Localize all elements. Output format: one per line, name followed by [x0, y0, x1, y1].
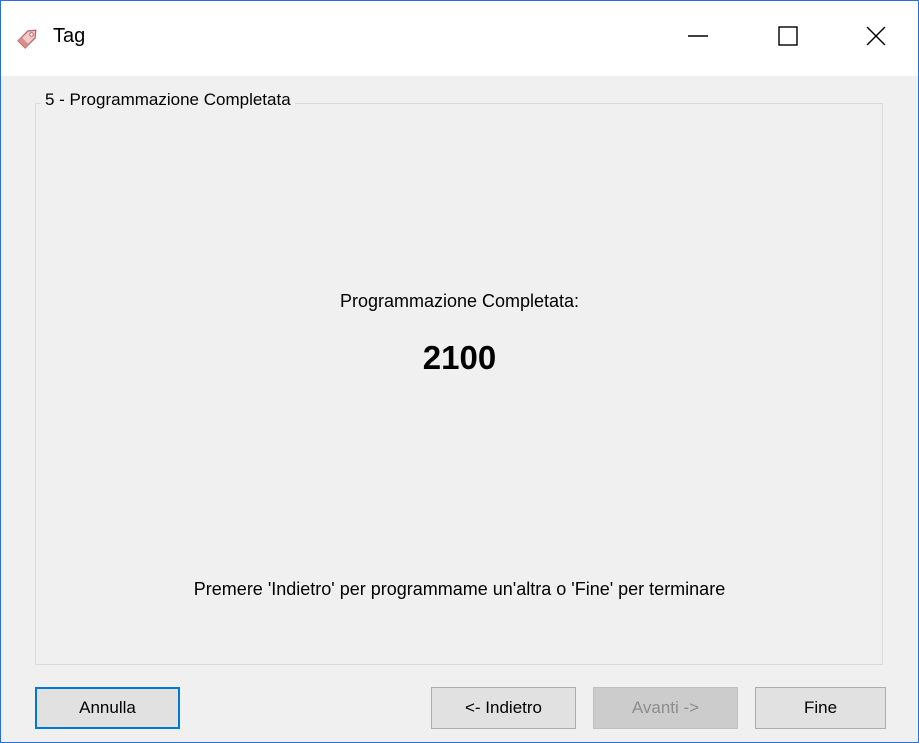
- title-bar[interactable]: Tag: [1, 1, 918, 76]
- cancel-button[interactable]: Annulla: [35, 687, 180, 729]
- window-title: Tag: [53, 25, 86, 47]
- minimize-icon: [687, 25, 709, 52]
- programmed-count: 2100: [422, 339, 497, 376]
- next-button: Avanti ->: [593, 687, 738, 729]
- wizard-window: Tag 5 - Programmazione Completata Progra…: [0, 0, 919, 743]
- maximize-icon: [777, 25, 799, 52]
- groupbox-title: 5 - Programmazione Completata: [41, 90, 295, 110]
- maximize-button[interactable]: [743, 1, 833, 76]
- finish-button[interactable]: Fine: [755, 687, 886, 729]
- minimize-button[interactable]: [653, 1, 743, 76]
- back-button[interactable]: <- Indietro: [431, 687, 576, 729]
- instruction-text: Premere 'Indietro' per programmame un'al…: [193, 579, 726, 599]
- completed-label: Programmazione Completata:: [339, 291, 580, 311]
- close-button[interactable]: [833, 1, 918, 76]
- tag-icon: [13, 23, 43, 53]
- close-icon: [865, 25, 887, 52]
